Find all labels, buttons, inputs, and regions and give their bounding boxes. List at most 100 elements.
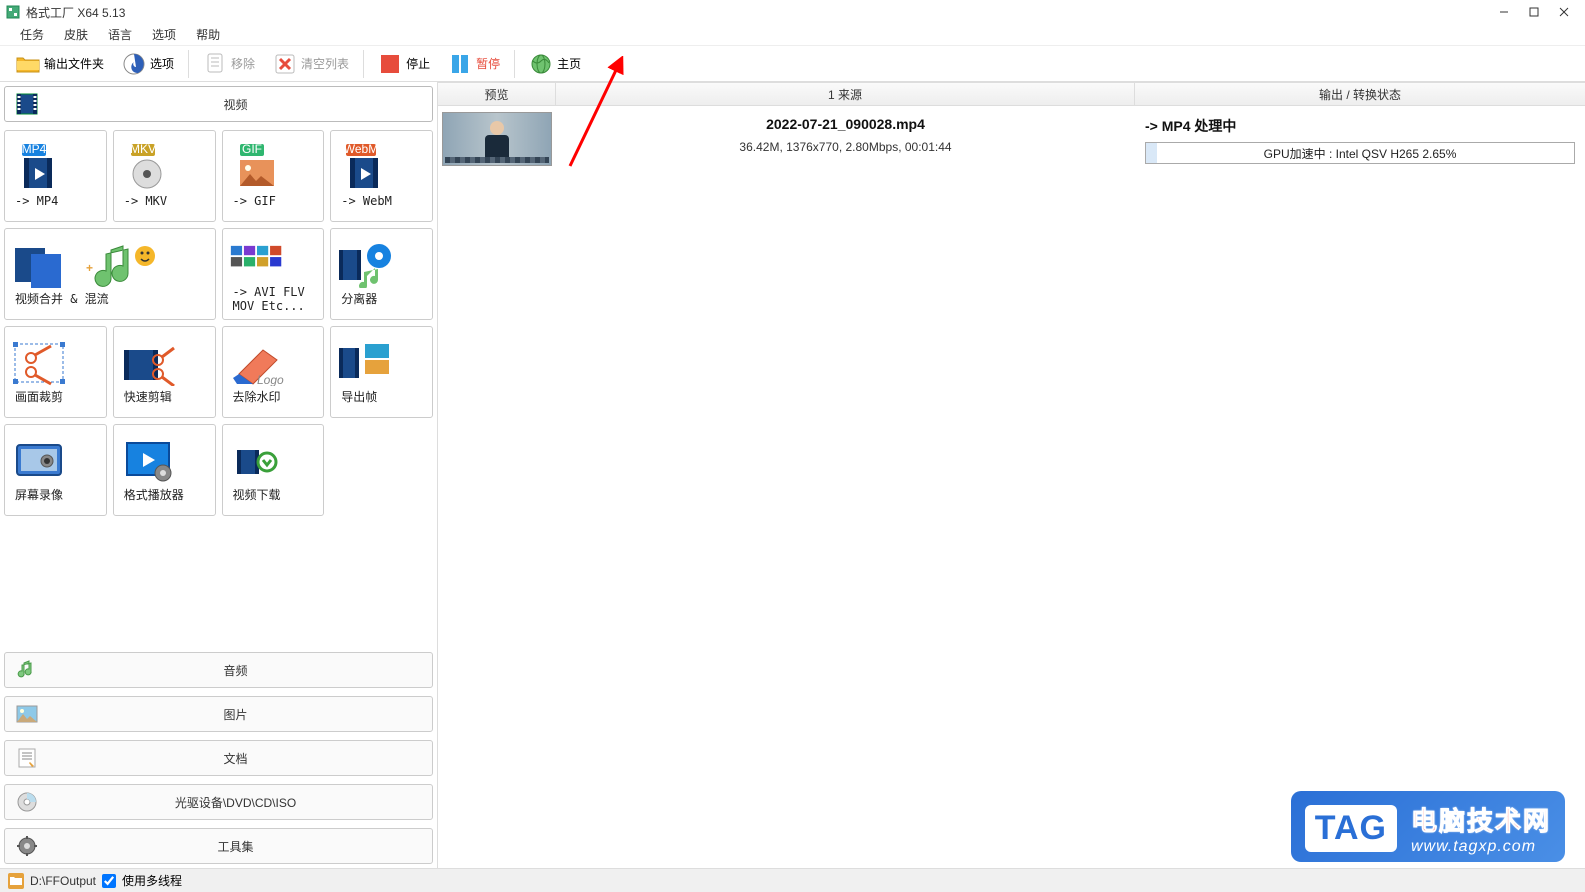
tool-quick[interactable]: 快速剪辑 — [113, 326, 216, 418]
menu-tasks[interactable]: 任务 — [10, 24, 54, 45]
statusbar: D:\FFOutput 使用多线程 — [0, 868, 1585, 892]
svg-text:+: + — [86, 261, 93, 275]
pause-button[interactable]: 暂停 — [442, 49, 506, 79]
stop-icon — [378, 52, 402, 76]
maximize-button[interactable] — [1519, 2, 1549, 22]
category-tools[interactable]: 工具集 — [4, 828, 433, 864]
task-progress-text: GPU加速中 : Intel QSV H265 2.65% — [1146, 143, 1574, 163]
task-row[interactable]: 2022-07-21_090028.mp4 36.42M, 1376x770, … — [438, 106, 1585, 172]
film-icon — [15, 92, 39, 116]
menu-skin[interactable]: 皮肤 — [54, 24, 98, 45]
toolbar-separator — [188, 50, 189, 78]
tool-merge-label: 视频合并 & 混流 — [11, 292, 113, 306]
frames-icon — [337, 340, 393, 386]
gif-icon: GIF — [229, 144, 285, 190]
tool-crop-label: 画面裁剪 — [11, 390, 67, 404]
tool-webm[interactable]: WebM-> WebM — [330, 130, 433, 222]
category-document-label: 文档 — [49, 750, 422, 767]
thumb-image — [442, 112, 552, 166]
tool-demux-label: 分离器 — [337, 292, 381, 306]
options-label: 选项 — [150, 55, 174, 72]
stop-button[interactable]: 停止 — [372, 49, 436, 79]
close-button[interactable] — [1549, 2, 1579, 22]
tool-mp4[interactable]: MP4-> MP4 — [4, 130, 107, 222]
tool-crop[interactable]: 画面裁剪 — [4, 326, 107, 418]
tool-demux[interactable]: 分离器 — [330, 228, 433, 320]
remove-button[interactable]: 移除 — [197, 49, 261, 79]
tool-gif[interactable]: GIF-> GIF — [222, 130, 325, 222]
body: 视频 MP4-> MP4 MKV -> MKV GIF-> GIFWebM-> Web… — [0, 82, 1585, 868]
tool-screc[interactable]: 屏幕录像 — [4, 424, 107, 516]
task-list-header: 预览 1 来源 输出 / 转换状态 — [438, 82, 1585, 106]
category-audio-label: 音频 — [49, 662, 422, 679]
category-picture[interactable]: 图片 — [4, 696, 433, 732]
toolbar: 输出文件夹 选项 移除 清空列表 停止 暂停 主页 — [0, 46, 1585, 82]
toolbar-separator-3 — [514, 50, 515, 78]
clear-list-icon — [273, 52, 297, 76]
tool-merge[interactable]: + 视频合并 & 混流 — [4, 228, 216, 320]
category-video[interactable]: 视频 — [4, 86, 433, 122]
demux-icon — [337, 242, 393, 288]
multithread-checkbox[interactable] — [102, 874, 116, 888]
header-source[interactable]: 1 来源 — [556, 83, 1135, 105]
mp4-icon: MP4 — [11, 144, 67, 190]
header-output[interactable]: 输出 / 转换状态 — [1135, 83, 1585, 105]
output-folder-button[interactable]: 输出文件夹 — [10, 49, 110, 79]
statusbar-path[interactable]: D:\FFOutput — [30, 874, 96, 888]
tool-player-label: 格式播放器 — [120, 488, 188, 502]
svg-text:WebM: WebM — [344, 144, 378, 156]
options-swirl-icon — [122, 52, 146, 76]
svg-text:MP4: MP4 — [22, 144, 47, 156]
screc-icon — [11, 438, 67, 484]
remove-icon — [203, 52, 227, 76]
main-panel: 预览 1 来源 输出 / 转换状态 2022-07-21_090028.mp4 … — [438, 82, 1585, 868]
toolbar-separator-2 — [363, 50, 364, 78]
svg-text:Logo: Logo — [257, 373, 284, 386]
tool-quick-label: 快速剪辑 — [120, 390, 176, 404]
tool-dl[interactable]: 视频下载 — [222, 424, 325, 516]
task-file-meta: 36.42M, 1376x770, 2.80Mbps, 00:01:44 — [556, 140, 1135, 154]
minimize-button[interactable] — [1489, 2, 1519, 22]
aviflv-icon — [229, 235, 285, 281]
category-document[interactable]: 文档 — [4, 740, 433, 776]
document-icon — [15, 746, 39, 770]
options-button[interactable]: 选项 — [116, 49, 180, 79]
category-disc[interactable]: 光驱设备\DVD\CD\ISO — [4, 784, 433, 820]
category-tools-label: 工具集 — [49, 838, 422, 855]
clear-list-button[interactable]: 清空列表 — [267, 49, 355, 79]
rmwm-icon: Logo — [229, 340, 285, 386]
folder-small-icon[interactable] — [8, 873, 24, 889]
tool-aviflv-label: -> AVI FLV MOV Etc... — [229, 285, 309, 314]
svg-text:GIF: GIF — [242, 144, 262, 156]
task-output-status: -> MP4 处理中 — [1145, 116, 1575, 136]
clear-list-label: 清空列表 — [301, 55, 349, 72]
tool-mkv[interactable]: MKV -> MKV — [113, 130, 216, 222]
menu-help[interactable]: 帮助 — [186, 24, 230, 45]
category-picture-label: 图片 — [49, 706, 422, 723]
gear-icon — [15, 834, 39, 858]
tool-rmwm-label: 去除水印 — [229, 390, 285, 404]
tool-mkv-label: -> MKV — [120, 194, 171, 208]
photo-icon — [15, 702, 39, 726]
dl-icon — [229, 438, 285, 484]
home-button[interactable]: 主页 — [523, 49, 587, 79]
svg-text:MKV: MKV — [130, 144, 156, 156]
tool-player[interactable]: 格式播放器 — [113, 424, 216, 516]
webm-icon: WebM — [337, 144, 393, 190]
menu-options[interactable]: 选项 — [142, 24, 186, 45]
player-icon — [120, 438, 176, 484]
disc-icon — [15, 790, 39, 814]
video-tools-grid: MP4-> MP4 MKV -> MKV GIF-> GIFWebM-> WebM + 视… — [0, 126, 437, 648]
music-note-icon — [15, 658, 39, 682]
tool-screc-label: 屏幕录像 — [11, 488, 67, 502]
tool-aviflv[interactable]: -> AVI FLV MOV Etc... — [222, 228, 325, 320]
app-icon — [6, 5, 20, 19]
tool-frames[interactable]: 导出帧 — [330, 326, 433, 418]
menu-language[interactable]: 语言 — [98, 24, 142, 45]
task-filename: 2022-07-21_090028.mp4 — [556, 116, 1135, 132]
category-audio[interactable]: 音频 — [4, 652, 433, 688]
titlebar: 格式工厂 X64 5.13 — [0, 0, 1585, 24]
tool-rmwm[interactable]: Logo 去除水印 — [222, 326, 325, 418]
sidebar: 视频 MP4-> MP4 MKV -> MKV GIF-> GIFWebM-> Web… — [0, 82, 438, 868]
header-preview[interactable]: 预览 — [438, 83, 556, 105]
